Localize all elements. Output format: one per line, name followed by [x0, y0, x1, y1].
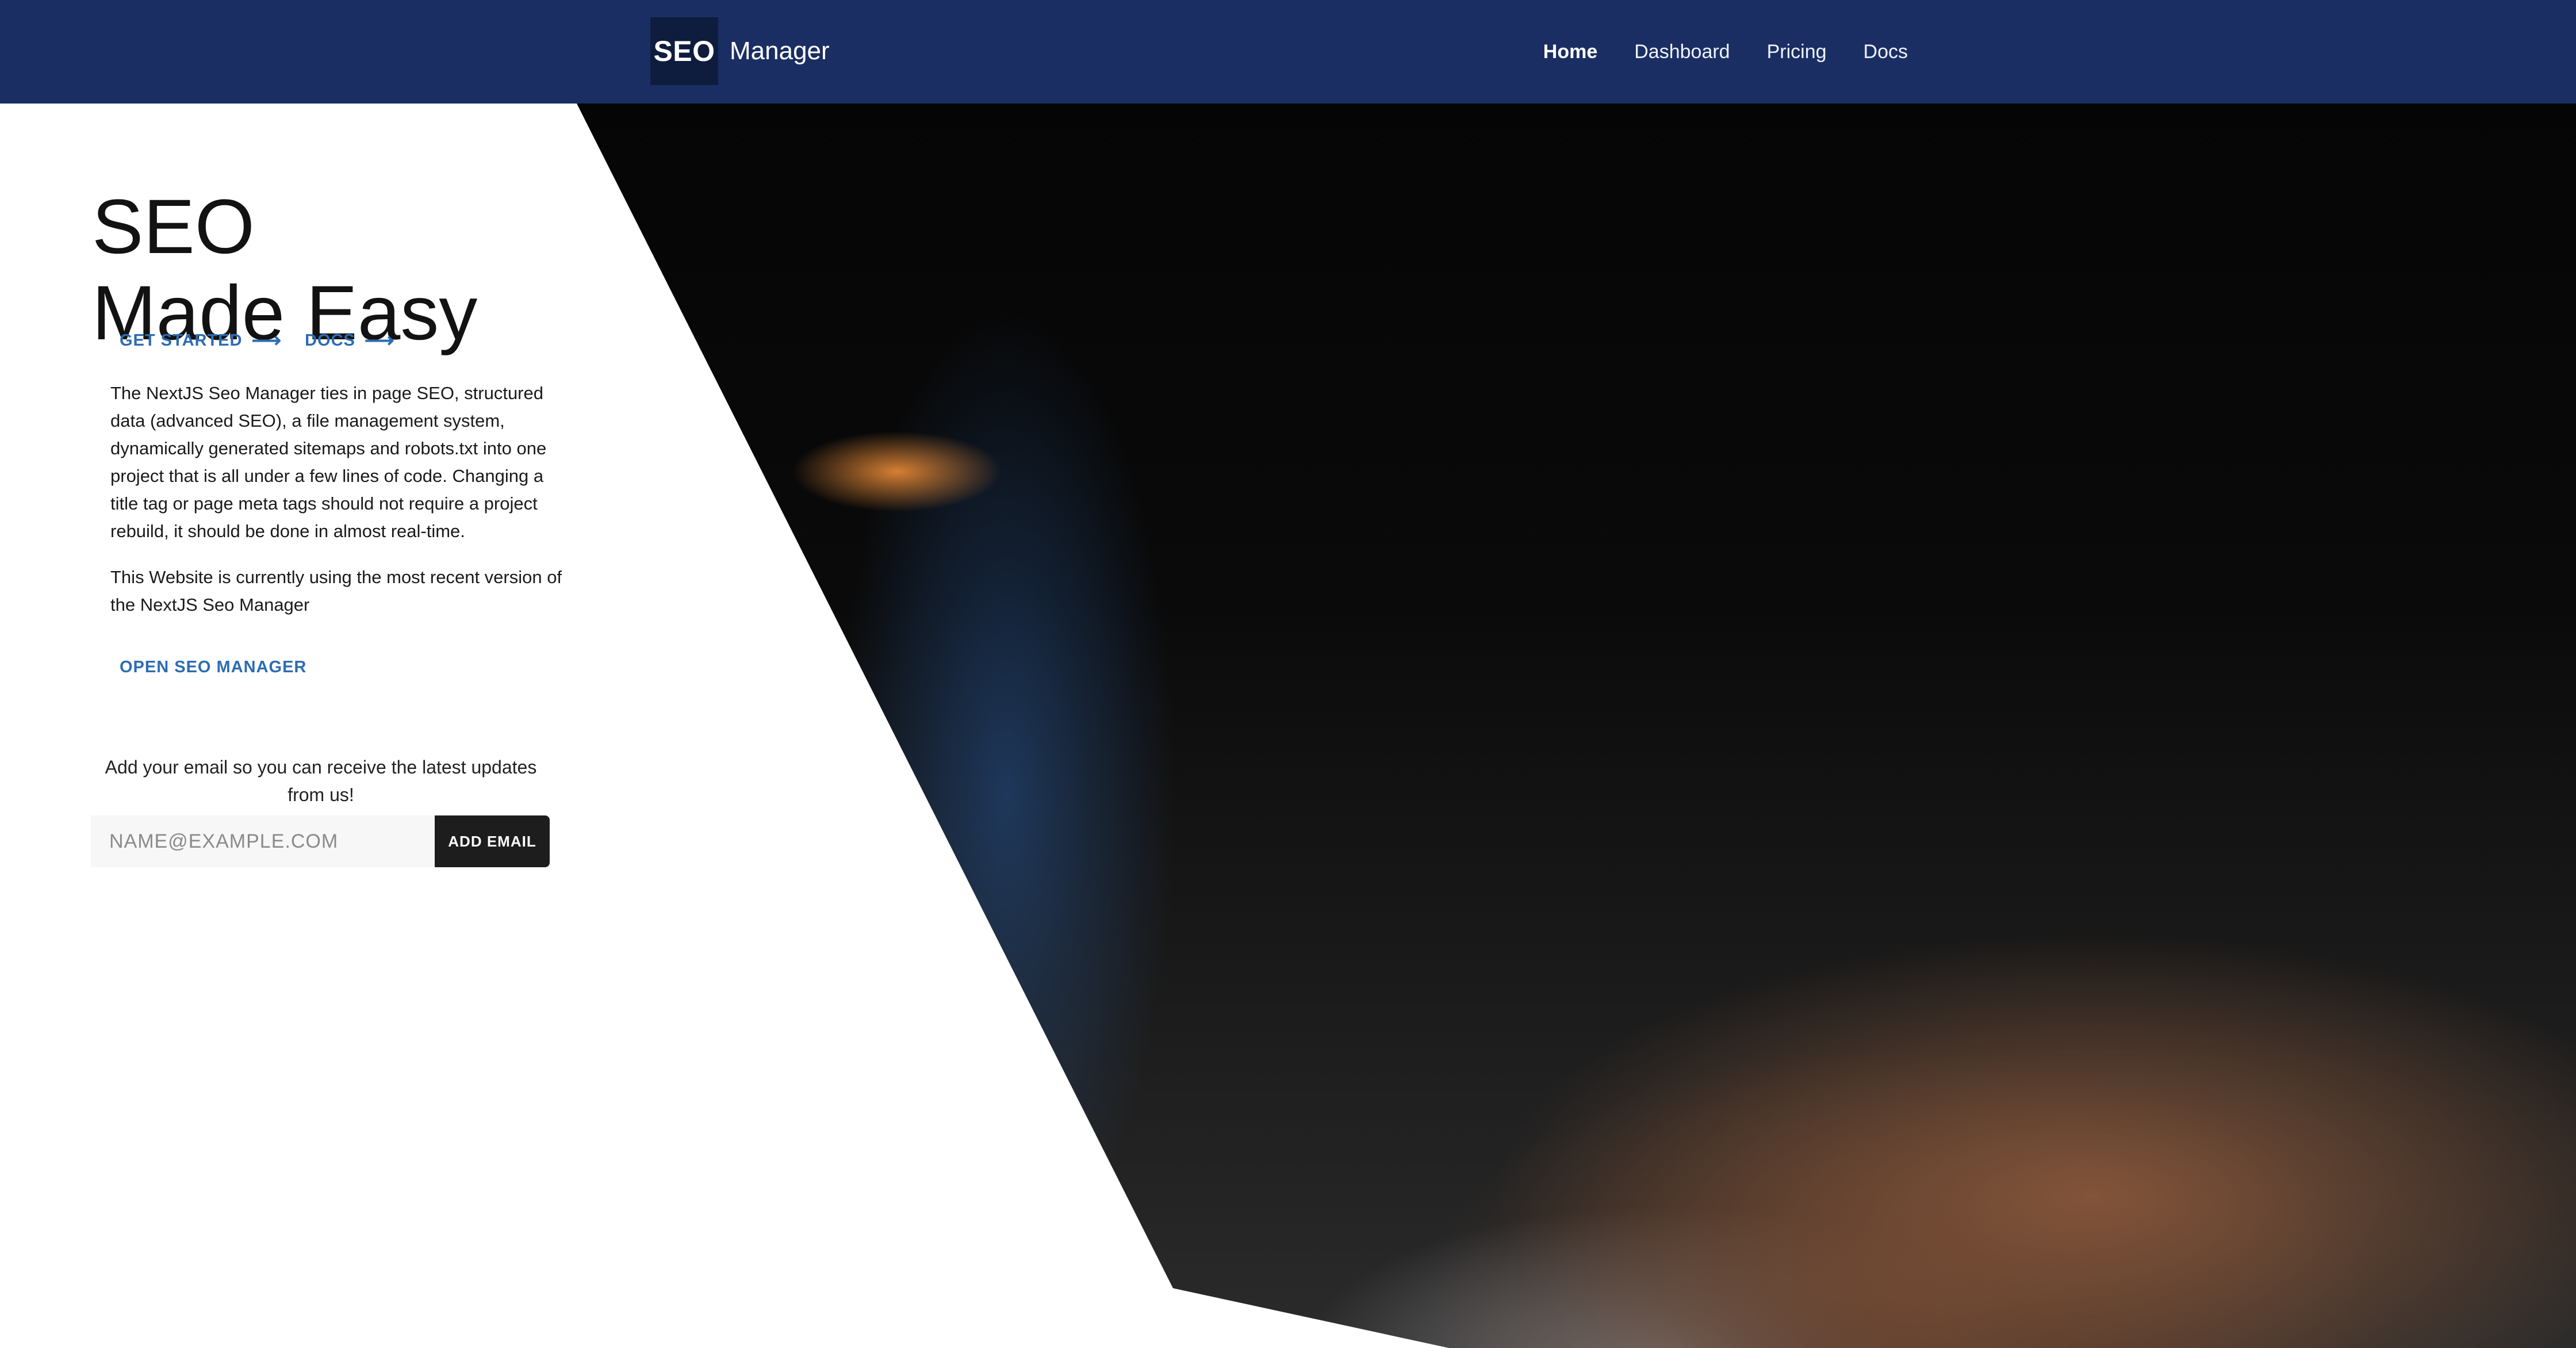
add-email-button[interactable]: ADD EMAIL — [435, 815, 550, 867]
docs-link[interactable]: DOCS ⟶ — [305, 330, 394, 351]
open-seo-manager-link[interactable]: OPEN SEO MANAGER — [120, 658, 306, 677]
nav-dashboard[interactable]: Dashboard — [1634, 41, 1730, 63]
hero-description: The NextJS Seo Manager ties in page SEO,… — [110, 383, 547, 541]
get-started-link[interactable]: GET STARTED ⟶ — [120, 330, 282, 351]
nav-pricing[interactable]: Pricing — [1767, 41, 1827, 63]
arrow-right-icon: ⟶ — [251, 328, 282, 352]
get-started-label: GET STARTED — [120, 331, 243, 350]
nav-home[interactable]: Home — [1543, 41, 1597, 63]
arrow-right-icon: ⟶ — [364, 328, 395, 352]
email-input[interactable] — [91, 815, 435, 867]
nav-docs[interactable]: Docs — [1864, 41, 1908, 63]
top-navbar: SEO Manager Home Dashboard Pricing Docs — [0, 0, 2576, 104]
logo-mark: SEO — [650, 17, 718, 85]
brand-logo[interactable]: SEO Manager — [650, 17, 830, 86]
hero-description-block: The NextJS Seo Manager ties in page SEO,… — [110, 380, 565, 637]
logo-text: Manager — [730, 37, 830, 65]
status-text: This Website is currently using the most… — [110, 567, 562, 615]
signup-prompt: Add your email so you can receive the la… — [105, 757, 537, 805]
main-nav: Home Dashboard Pricing Docs — [1543, 0, 1908, 104]
email-signup-form: ADD EMAIL — [91, 815, 550, 867]
hero-title-line-1: SEO — [92, 183, 255, 270]
hero-links: GET STARTED ⟶ DOCS ⟶ — [120, 330, 394, 351]
docs-label: DOCS — [305, 331, 355, 350]
